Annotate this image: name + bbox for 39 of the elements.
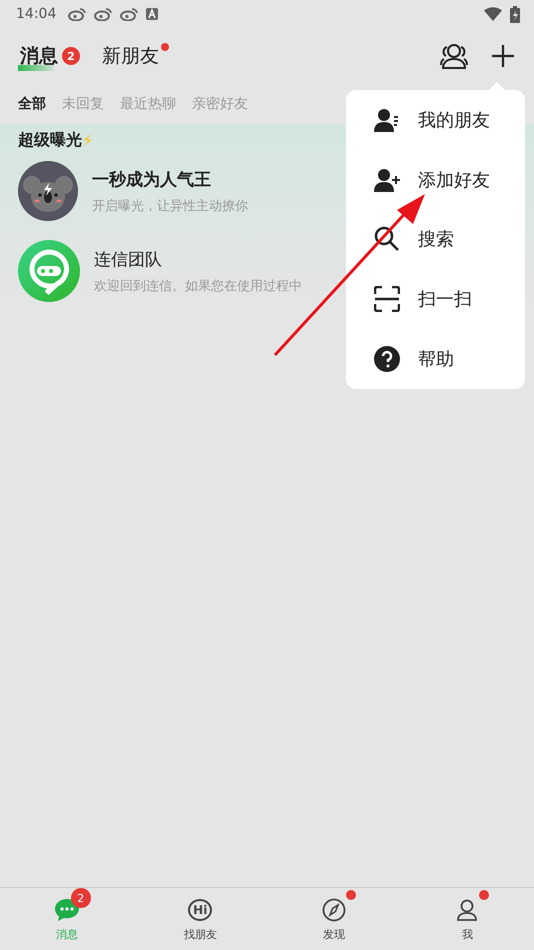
- person-icon: [374, 108, 400, 132]
- compass-icon: [322, 898, 346, 922]
- scan-icon: [374, 286, 400, 312]
- menu-item[interactable]: 扫一扫: [346, 274, 525, 324]
- filter-tab[interactable]: 全部: [18, 95, 46, 113]
- nav-tab[interactable]: 2 消息: [0, 888, 134, 950]
- unread-badge: 2: [70, 888, 91, 908]
- unread-badge: 2: [62, 47, 80, 65]
- group-icon[interactable]: [438, 43, 470, 69]
- wifi-icon: [484, 7, 502, 21]
- nav-tab[interactable]: 我: [400, 888, 534, 950]
- person-icon: [455, 898, 480, 922]
- help-icon: [374, 346, 400, 372]
- chat-preview: 欢迎回到连信。如果您在使用过程中: [94, 278, 302, 294]
- menu-item[interactable]: 我的朋友: [346, 94, 525, 145]
- a-app-icon: [146, 8, 158, 20]
- header-tab[interactable]: 消息 2: [20, 43, 80, 69]
- section-title: 超级曝光: [18, 130, 82, 151]
- add-person-icon: [374, 168, 400, 192]
- weibo-icon: [120, 7, 138, 21]
- speech-bubble-logo: [18, 240, 80, 302]
- header-tab[interactable]: 新朋友: [102, 43, 169, 69]
- search-icon: [374, 226, 400, 252]
- chat-preview: 开启曝光，让异性主动撩你: [92, 198, 248, 214]
- menu-item[interactable]: 帮助: [346, 334, 525, 384]
- chat-name[interactable]: 连信团队: [94, 248, 302, 270]
- bolt-icon: ⚡: [82, 131, 94, 150]
- plus-icon[interactable]: [492, 45, 514, 67]
- nav-tab[interactable]: 发现: [267, 888, 400, 950]
- weibo-icon: [68, 7, 86, 21]
- nav-tab[interactable]: Hi 找朋友: [134, 888, 267, 950]
- weibo-icon: [94, 7, 112, 21]
- hi-bubble-icon: Hi: [188, 899, 212, 921]
- status-time: 14:04: [16, 6, 56, 22]
- battery-icon: [510, 6, 520, 22]
- menu-item[interactable]: 搜索: [346, 214, 525, 264]
- chat-name[interactable]: 一秒成为人气王: [92, 168, 248, 190]
- menu-item[interactable]: 添加好友: [346, 154, 525, 205]
- koala-avatar: [18, 161, 78, 221]
